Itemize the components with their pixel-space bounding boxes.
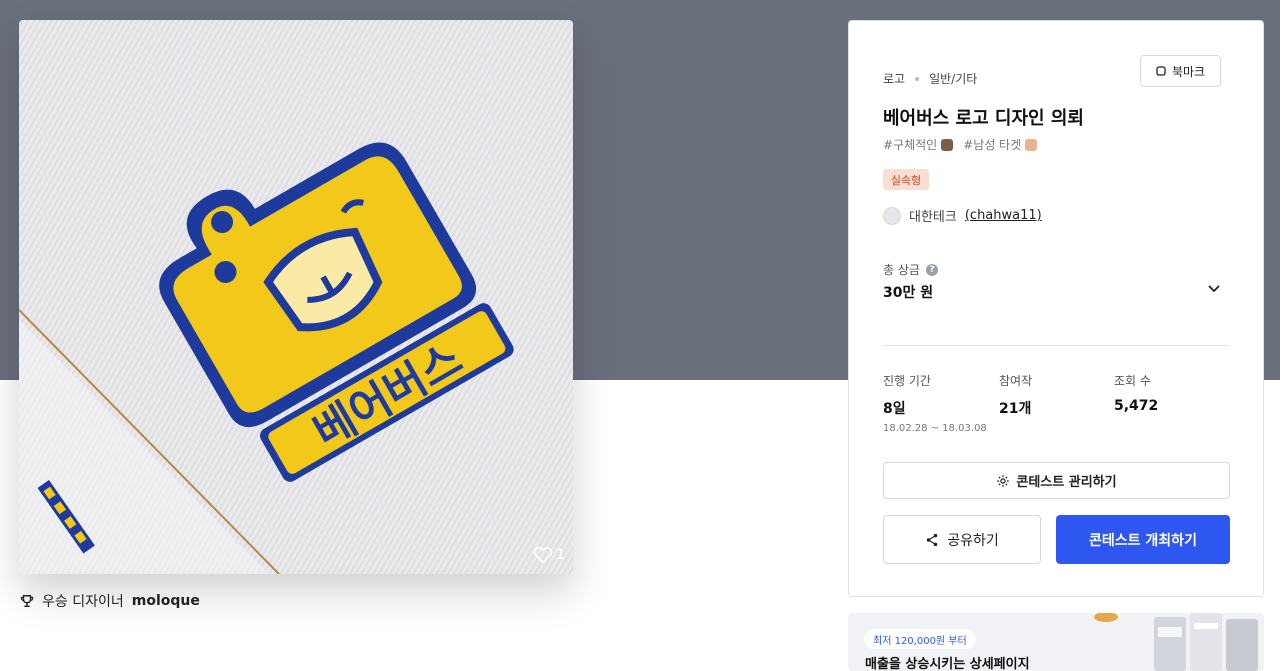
stat-duration-label: 진행 기간 [883, 374, 931, 388]
tag-male-target-label: #남성 타겟 [963, 138, 1022, 152]
like-count: 1 [556, 547, 565, 563]
stat-entries-label: 참여작 [999, 374, 1033, 388]
contest-type-badge: 실속형 [883, 169, 929, 190]
host-avatar [883, 206, 901, 225]
winning-artwork[interactable]: 베어버스 1 [19, 20, 573, 574]
manage-contest-label: 콘테스트 관리하기 [1016, 475, 1117, 490]
breadcrumb: 로고 일반/기타 [883, 70, 977, 87]
like-button[interactable]: 1 [533, 546, 565, 564]
stat-duration-dates: 18.02.28 ~ 18.03.08 [883, 423, 987, 434]
tag-male-target[interactable]: #남성 타겟 [963, 136, 1038, 153]
ad-price-pill: 최저 120,000원 부터 [864, 629, 976, 649]
bookmark-icon [1156, 66, 1166, 76]
contest-title: 베어버스 로고 디자인 의뢰 [883, 108, 1084, 129]
help-icon[interactable]: ? [925, 263, 938, 276]
prize-label-text: 총 상금 [883, 263, 920, 277]
bookmark-label: 북마크 [1171, 64, 1206, 79]
breadcrumb-subcategory[interactable]: 일반/기타 [929, 70, 977, 87]
ad-title: 매출을 상승시키는 상세페이지 [865, 657, 1030, 671]
bear-logo-image: 베어버스 [19, 142, 514, 574]
gear-icon [997, 474, 1010, 487]
contest-host[interactable]: 대한테크 (chahwa11) [883, 206, 1042, 225]
prize-label: 총 상금 ? [883, 261, 938, 278]
stat-entries: 참여작 21개 [999, 372, 1032, 418]
winner-designer: 우승 디자이너 moloque [20, 591, 200, 611]
stat-entries-value: 21개 [999, 401, 1032, 417]
share-icon [926, 533, 938, 546]
ad-banner[interactable]: 최저 120,000원 부터 매출을 상승시키는 상세페이지 [848, 613, 1264, 671]
chevron-down-icon[interactable] [1205, 279, 1223, 297]
host-handle[interactable]: (chahwa11) [965, 208, 1042, 223]
ad-preview-image [1094, 613, 1258, 671]
winner-name[interactable]: moloque [132, 593, 200, 609]
contest-tags: #구체적인 #남성 타겟 [883, 136, 1038, 153]
trophy-icon [20, 595, 34, 607]
tag-specific-label: #구체적인 [883, 138, 938, 152]
stat-views-value: 5,472 [1114, 398, 1159, 414]
stat-duration: 진행 기간 8일 18.02.28 ~ 18.03.08 [883, 372, 987, 434]
manage-contest-button[interactable]: 콘테스트 관리하기 [883, 462, 1230, 499]
stat-views: 조회 수 5,472 [1114, 372, 1158, 414]
person-emoji-icon [941, 138, 954, 151]
host-contest-button[interactable]: 콘테스트 개최하기 [1056, 515, 1230, 564]
stat-views-label: 조회 수 [1114, 374, 1151, 388]
divider [883, 345, 1229, 346]
contest-info-panel: 로고 일반/기타 북마크 베어버스 로고 디자인 의뢰 #구체적인 #남성 타겟… [848, 20, 1264, 597]
prize-value: 30만 원 [883, 285, 934, 301]
share-label: 공유하기 [947, 532, 999, 549]
winner-prefix: 우승 디자이너 [42, 594, 124, 610]
stat-duration-value: 8일 [883, 401, 906, 417]
heart-icon [533, 547, 553, 564]
host-name: 대한테크 [909, 210, 957, 225]
breadcrumb-category[interactable]: 로고 [883, 70, 905, 87]
man-emoji-icon [1025, 138, 1038, 151]
bookmark-button[interactable]: 북마크 [1140, 55, 1221, 87]
tag-specific[interactable]: #구체적인 [883, 136, 954, 153]
share-button[interactable]: 공유하기 [883, 515, 1041, 564]
breadcrumb-separator [915, 76, 920, 81]
